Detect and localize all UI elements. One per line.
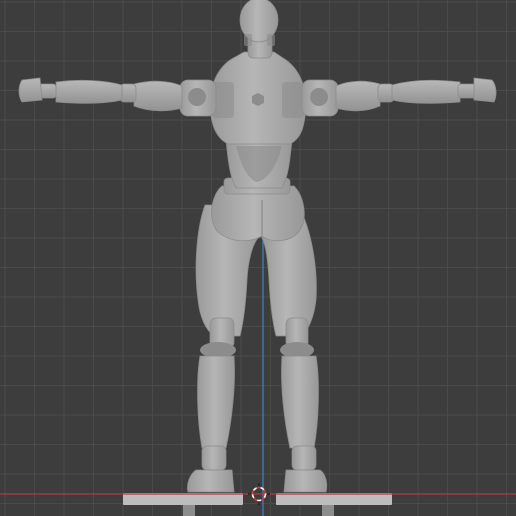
stand-peg-right (322, 505, 334, 516)
right-foot[interactable] (283, 469, 328, 493)
left-forearm[interactable] (55, 79, 123, 104)
articulated-figure-model[interactable] (18, 0, 497, 493)
left-shoulder-peg (188, 88, 206, 106)
ear-right (267, 34, 275, 46)
left-foot[interactable] (187, 469, 235, 493)
3d-viewport[interactable] (0, 0, 516, 516)
right-shin[interactable] (281, 355, 319, 449)
stand-base-left[interactable] (123, 493, 243, 505)
right-ankle[interactable] (291, 445, 317, 471)
right-forearm[interactable] (391, 79, 461, 104)
left-fist[interactable] (18, 77, 43, 103)
viewport-canvas[interactable] (0, 0, 516, 516)
right-shoulder-peg (310, 88, 328, 106)
stand-base-right[interactable] (276, 493, 392, 505)
left-ankle[interactable] (201, 445, 227, 471)
left-upper-arm[interactable] (133, 80, 183, 112)
display-stand[interactable] (123, 493, 392, 516)
right-fist[interactable] (473, 77, 497, 103)
right-wrist[interactable] (457, 83, 477, 99)
right-upper-arm[interactable] (335, 80, 381, 112)
left-shin[interactable] (197, 355, 235, 449)
stand-peg-left (183, 505, 195, 516)
ear-left (244, 34, 252, 46)
right-shoulder-blade (282, 82, 304, 118)
